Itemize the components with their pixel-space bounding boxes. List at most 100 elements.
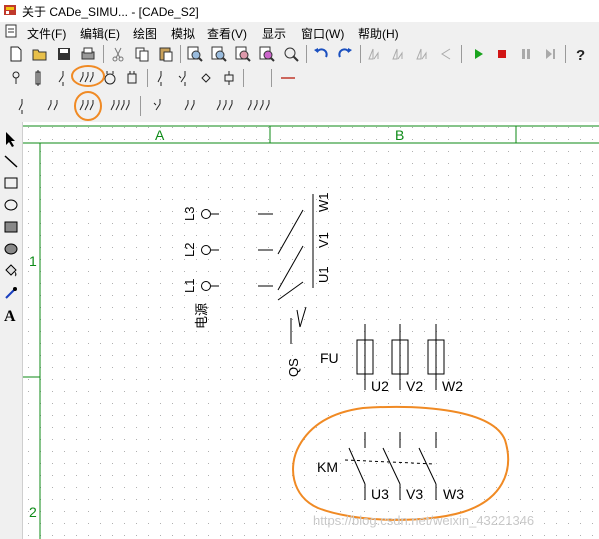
menu-bar: 文件(F) 编辑(E) 绘图 模拟 查看(V) 显示 窗口(W) 帮助(H): [0, 22, 599, 42]
filled-ellipse-icon[interactable]: [2, 240, 20, 258]
svg-text:?: ?: [576, 47, 585, 64]
qs-terminal-u1: U1: [316, 266, 331, 283]
toolbar-separator: [461, 45, 462, 63]
row-label-1: 1: [29, 253, 37, 269]
zoom-in-icon[interactable]: [209, 44, 229, 64]
open-folder-icon[interactable]: [30, 44, 50, 64]
fu-terminal-v2: V2: [406, 378, 423, 394]
rectangle-icon[interactable]: [2, 174, 20, 192]
breaker-one-icon[interactable]: [148, 96, 168, 116]
menu-draw[interactable]: 绘图: [133, 25, 157, 42]
schematic-canvas[interactable]: A B 1 2 L3 L2 L1 电源 W1 V1 U1 QS FU U2 V2…: [23, 122, 599, 539]
text-tool-icon[interactable]: A: [2, 306, 20, 324]
app-icon: [4, 5, 16, 15]
component-toolbar: [0, 66, 599, 90]
fu-label: FU: [320, 350, 339, 366]
save-icon[interactable]: [54, 44, 74, 64]
new-file-icon[interactable]: [6, 44, 26, 64]
supply-terminal-icon[interactable]: [6, 68, 26, 88]
eyedropper-icon[interactable]: [2, 284, 20, 302]
redo-icon[interactable]: [335, 44, 355, 64]
drawing-toolbar: A: [0, 122, 23, 539]
km-label: KM: [317, 459, 338, 475]
menu-simulate[interactable]: 模拟: [171, 25, 195, 42]
diamond-icon[interactable]: [196, 68, 216, 88]
fill-bucket-icon[interactable]: [2, 262, 20, 280]
ellipse-icon[interactable]: [2, 196, 20, 214]
menu-view[interactable]: 查看(V): [207, 25, 247, 42]
supply-label: 电源: [194, 303, 209, 329]
zoom-icon[interactable]: [185, 44, 205, 64]
title-bar: 关于 CADe_SIMU... - [CADe_S2]: [0, 0, 599, 23]
four-pole-icon[interactable]: [110, 96, 134, 116]
three-pole-icon[interactable]: [78, 96, 98, 116]
play-icon[interactable]: [468, 44, 488, 64]
fu-terminal-w2: W2: [442, 378, 463, 394]
filled-rect-icon[interactable]: [2, 218, 20, 236]
zoom-fit-icon[interactable]: [257, 44, 277, 64]
toolbar-separator: [360, 45, 361, 63]
standard-toolbar: ?: [0, 42, 599, 66]
terminal-label-l1: L1: [182, 279, 197, 293]
pause-icon[interactable]: [516, 44, 536, 64]
fu-terminal-u2: U2: [371, 378, 389, 394]
three-pole-switch-icon[interactable]: [78, 68, 98, 88]
menu-edit[interactable]: 编辑(E): [80, 25, 120, 42]
line-tool-icon[interactable]: [2, 152, 20, 170]
window-title: 关于 CADe_SIMU... - [CADe_S2]: [22, 5, 199, 19]
stop-icon[interactable]: [492, 44, 512, 64]
motor-icon[interactable]: [100, 68, 120, 88]
km-terminal-v3: V3: [406, 486, 423, 502]
menu-help[interactable]: 帮助(H): [358, 25, 399, 42]
toolbar-separator: [147, 69, 148, 87]
toolbar-separator: [271, 69, 272, 87]
terminal-label-l2: L2: [182, 243, 197, 257]
paste-icon[interactable]: [156, 44, 176, 64]
print-icon[interactable]: [78, 44, 98, 64]
one-pole-icon[interactable]: [12, 96, 32, 116]
cut-icon[interactable]: [108, 44, 128, 64]
breaker-three-icon[interactable]: [214, 96, 238, 116]
svg-text:A: A: [4, 308, 16, 324]
terminal-label-l3: L3: [182, 207, 197, 221]
align-left-icon[interactable]: [364, 44, 384, 64]
schematic-drawing: A B 1 2 L3 L2 L1 电源 W1 V1 U1 QS FU U2 V2…: [23, 122, 599, 539]
zoom-out-icon[interactable]: [233, 44, 253, 64]
contact-icon[interactable]: [151, 68, 171, 88]
menu-display[interactable]: 显示: [262, 25, 286, 42]
watermark: https://blog.csdn.net/weixin_43221346: [313, 513, 534, 528]
menu-window[interactable]: 窗口(W): [301, 25, 344, 42]
fuse-icon[interactable]: [28, 68, 48, 88]
single-switch-icon[interactable]: [53, 68, 73, 88]
step-icon[interactable]: [540, 44, 560, 64]
coil-icon[interactable]: [122, 68, 142, 88]
copy-icon[interactable]: [132, 44, 152, 64]
wire-line-icon[interactable]: [278, 68, 298, 88]
breaker-four-icon[interactable]: [246, 96, 274, 116]
zoom-window-icon[interactable]: [281, 44, 301, 64]
align-right-icon[interactable]: [412, 44, 432, 64]
km-terminal-u3: U3: [371, 486, 389, 502]
breaker-toolbar: [0, 90, 599, 122]
menu-file[interactable]: 文件(F): [27, 25, 66, 42]
connector-icon[interactable]: [219, 68, 239, 88]
breaker-two-icon[interactable]: [180, 96, 200, 116]
align-top-icon[interactable]: [436, 44, 456, 64]
row-label-2: 2: [29, 504, 37, 520]
two-pole-icon[interactable]: [44, 96, 64, 116]
n-contact-icon[interactable]: [173, 68, 193, 88]
toolbar-separator: [306, 45, 307, 63]
column-label-a: A: [155, 127, 165, 143]
toolbar-separator: [140, 96, 141, 116]
toolbar-separator: [243, 69, 244, 87]
help-icon[interactable]: ?: [570, 44, 590, 64]
document-icon[interactable]: [4, 24, 18, 38]
pointer-icon[interactable]: [2, 130, 20, 148]
qs-label: QS: [286, 358, 301, 377]
qs-terminal-v1: V1: [316, 232, 331, 248]
undo-icon[interactable]: [311, 44, 331, 64]
align-center-icon[interactable]: [388, 44, 408, 64]
toolbar-separator: [180, 45, 181, 63]
toolbar-separator: [565, 45, 566, 63]
km-terminal-w3: W3: [443, 486, 464, 502]
